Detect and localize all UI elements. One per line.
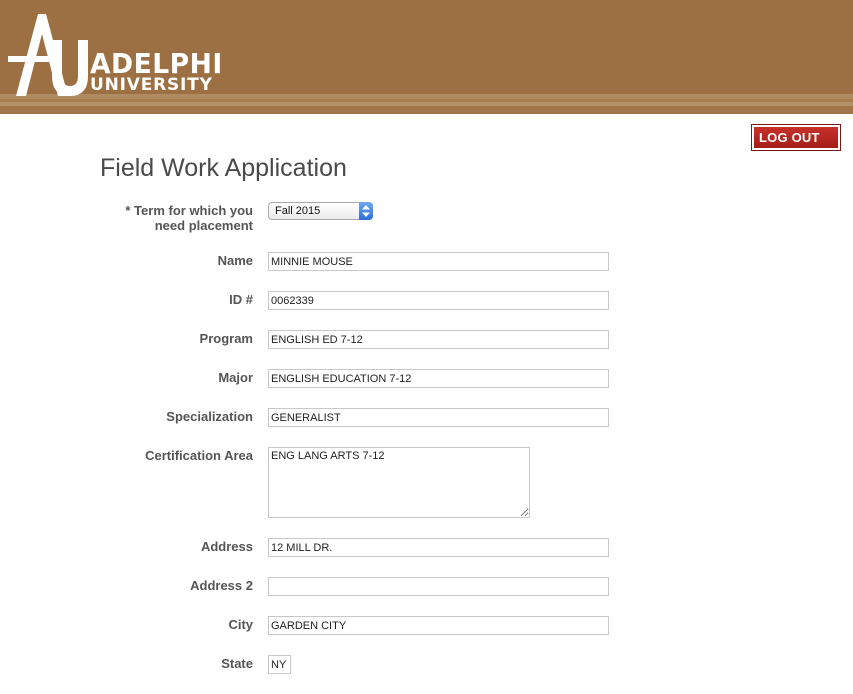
name-field[interactable] [268,252,609,271]
major-label: Major [218,370,253,385]
wordmark-line1: ADELPHI [90,47,223,80]
term-select[interactable]: Fall 2015 [268,202,373,220]
certification-area-label: Certification Area [145,448,253,463]
adelphi-au-monogram-icon [8,14,88,96]
program-field[interactable] [268,330,609,349]
specialization-label: Specialization [166,409,253,424]
address2-field[interactable] [268,577,609,596]
term-label-line2: need placement [154,218,253,233]
address-label: Address [200,539,253,554]
major-field[interactable] [268,369,609,388]
name-label: Name [217,253,253,268]
id-field[interactable] [268,291,609,310]
term-label-line1: * Term for which you [125,203,253,218]
city-label: City [228,617,253,632]
state-field[interactable] [268,655,291,674]
address-field[interactable] [268,538,609,557]
page-title: Field Work Application [100,154,347,182]
address2-label: Address 2 [190,578,253,593]
logout-button[interactable]: LOG OUT [751,124,841,151]
state-label: State [221,656,253,671]
page: ADELPHI UNIVERSITY LOG OUT Field Work Ap… [0,0,853,694]
header-stripe [0,106,853,114]
specialization-field[interactable] [268,408,609,427]
term-select-value: Fall 2015 [275,205,321,217]
certification-area-textarea[interactable]: ENG LANG ARTS 7-12 [268,447,530,518]
site-header: ADELPHI UNIVERSITY [0,0,853,114]
logout-button-label: LOG OUT [754,127,838,148]
term-label: * Term for which you need placement [125,203,253,233]
program-label: Program [199,331,253,346]
city-field[interactable] [268,616,609,635]
university-wordmark: ADELPHI UNIVERSITY [90,50,230,94]
select-arrows-icon [359,202,373,220]
id-label: ID # [229,292,253,307]
